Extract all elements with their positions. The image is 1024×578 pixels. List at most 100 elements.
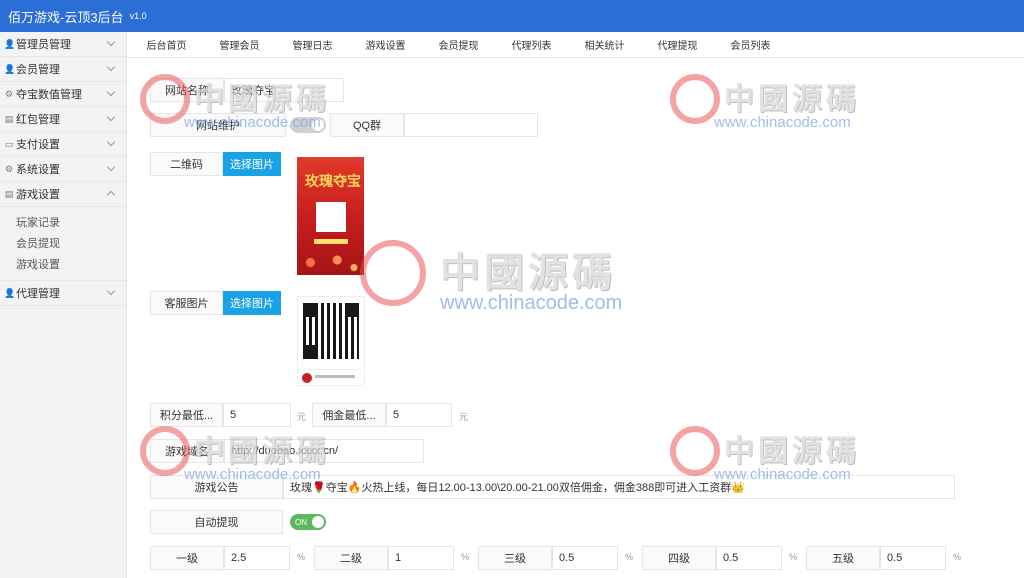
service-image-upload-button[interactable]: 选择图片 (223, 291, 281, 315)
sidebar-item-label: 会员管理 (16, 64, 60, 76)
tab-bar: 后台首页 管理会员 管理日志 游戏设置 会员提现 代理列表 相关统计 代理提现 … (128, 32, 1024, 58)
list-icon: ▤ (4, 113, 14, 124)
level-1-unit: % (297, 552, 306, 562)
points-min-label: 积分最低... (150, 403, 223, 427)
toggle-text: ON (295, 517, 307, 527)
qq-group-input[interactable] (404, 113, 538, 137)
admin-app: 佰万游戏-云顶3后台 v1.0 👤 管理员管理 👤 会员管理 ⚙ 夺宝数值管理 … (0, 0, 1024, 578)
poster-title: 玫瑰夺宝 (305, 173, 361, 189)
level-3-unit: % (625, 552, 634, 562)
game-domain-label: 游戏域名 (150, 439, 224, 463)
commission-min-unit: 元 (459, 412, 469, 422)
level-1-label: 一级 (150, 546, 224, 570)
tab-logs[interactable]: 管理日志 (276, 37, 349, 52)
sidebar-item-label: 红包管理 (16, 114, 60, 126)
user-icon: 👤 (4, 287, 16, 298)
site-maintain-label: 网站维护 (150, 113, 286, 137)
site-name-label: 网站名称 (150, 78, 224, 102)
sidebar-item-payment[interactable]: ▭ 支付设置 (0, 132, 126, 157)
sidebar-sub-member-withdraw[interactable]: 会员提现 (0, 232, 126, 253)
sidebar-sub-game-settings[interactable]: 游戏设置 (0, 253, 126, 274)
sidebar-item-label: 代理管理 (16, 288, 60, 300)
level-1-input[interactable]: 2.5 (224, 546, 290, 570)
service-image-label: 客服图片 (150, 291, 223, 315)
chevron-down-icon (106, 137, 116, 147)
chevron-down-icon (106, 162, 116, 172)
app-version: v1.0 (129, 11, 147, 21)
level-4-input[interactable]: 0.5 (716, 546, 782, 570)
auto-withdraw-label: 自动提现 (150, 510, 283, 534)
game-domain-input[interactable]: http://duobao.xxxx.cn/ (224, 439, 424, 463)
chevron-down-icon (106, 37, 116, 47)
level-2-unit: % (461, 552, 470, 562)
sidebar: 👤 管理员管理 👤 会员管理 ⚙ 夺宝数值管理 ▤ 红包管理 ▭ 支付设置 ⚙ … (0, 32, 127, 578)
level-3-input[interactable]: 0.5 (552, 546, 618, 570)
service-qr-image (297, 296, 365, 386)
tab-statistics[interactable]: 相关统计 (568, 37, 641, 52)
watermark-text: 中國源碼 (724, 435, 860, 468)
top-bar: 佰万游戏-云顶3后台 v1.0 (0, 0, 1024, 32)
announcement-input[interactable]: 玫瑰🌹夺宝🔥火热上线，每日12.00-13.00\20.00-21.00双倍佣金… (283, 475, 955, 499)
tab-home[interactable]: 后台首页 (130, 37, 203, 52)
qrcode-upload-button[interactable]: 选择图片 (223, 152, 281, 176)
sidebar-item-members[interactable]: 👤 会员管理 (0, 57, 126, 82)
user-icon: 👤 (4, 38, 16, 49)
watermark-text: 中國源碼 (724, 83, 860, 116)
chevron-up-icon (106, 190, 116, 200)
sidebar-item-label: 夺宝数值管理 (16, 89, 82, 101)
tab-agent-list[interactable]: 代理列表 (495, 37, 568, 52)
chevron-down-icon (106, 62, 116, 72)
qq-group-label: QQ群 (330, 113, 404, 137)
settings-icon: ⚙ (4, 88, 14, 99)
qrcode-label: 二维码 (150, 152, 223, 176)
points-min-unit: 元 (297, 412, 307, 422)
site-name-input[interactable]: 玫瑰夺宝 (224, 78, 344, 102)
site-maintain-toggle[interactable] (290, 117, 326, 133)
watermark: 中國源碼 www.chinacode.com (670, 74, 900, 134)
level-2-label: 二级 (314, 546, 388, 570)
level-5-input[interactable]: 0.5 (880, 546, 946, 570)
card-icon: ▭ (4, 138, 14, 149)
user-icon: 👤 (4, 63, 16, 74)
qrcode-preview-image: 玫瑰夺宝 (297, 157, 364, 275)
tab-member-list[interactable]: 会员列表 (714, 37, 787, 52)
sidebar-item-admin[interactable]: 👤 管理员管理 (0, 32, 126, 57)
level-5-unit: % (953, 552, 962, 562)
level-2-input[interactable]: 1 (388, 546, 454, 570)
auto-withdraw-toggle[interactable]: ON (290, 514, 326, 530)
chevron-down-icon (106, 87, 116, 97)
announcement-label: 游戏公告 (150, 475, 283, 499)
sidebar-sub-player-records[interactable]: 玩家记录 (0, 211, 126, 232)
level-4-label: 四级 (642, 546, 716, 570)
points-min-input[interactable]: 5 (223, 403, 291, 427)
watermark-url: www.chinacode.com (714, 114, 851, 131)
tab-agent-withdraw[interactable]: 代理提现 (641, 37, 714, 52)
sidebar-item-label: 支付设置 (16, 139, 60, 151)
level-5-label: 五级 (806, 546, 880, 570)
sidebar-item-system[interactable]: ⚙ 系统设置 (0, 157, 126, 182)
watermark-url: www.chinacode.com (440, 292, 623, 314)
sidebar-subgroup: 玩家记录 会员提现 游戏设置 (0, 207, 126, 281)
level-4-unit: % (789, 552, 798, 562)
chevron-down-icon (106, 112, 116, 122)
watermark-logo-icon (670, 426, 720, 476)
sidebar-item-label: 管理员管理 (16, 39, 71, 51)
tab-manage-members[interactable]: 管理会员 (203, 37, 276, 52)
tab-game-settings[interactable]: 游戏设置 (349, 37, 422, 52)
commission-min-input[interactable]: 5 (386, 403, 452, 427)
sidebar-item-agents[interactable]: 👤 代理管理 (0, 281, 126, 306)
watermark: 中國源碼 www.chinacode.com (360, 240, 670, 320)
tab-member-withdraw[interactable]: 会员提现 (422, 37, 495, 52)
sidebar-item-treasure-values[interactable]: ⚙ 夺宝数值管理 (0, 82, 126, 107)
chevron-down-icon (106, 286, 116, 296)
watermark-text: 中國源碼 (440, 251, 616, 295)
level-3-label: 三级 (478, 546, 552, 570)
commission-min-label: 佣金最低... (312, 403, 386, 427)
app-title: 佰万游戏-云顶3后台 (8, 9, 124, 25)
sidebar-item-game-settings[interactable]: ▤ 游戏设置 (0, 182, 126, 207)
list-icon: ▤ (4, 188, 14, 199)
gear-icon: ⚙ (4, 163, 14, 174)
qr-code-icon (303, 303, 359, 359)
sidebar-item-redpacket[interactable]: ▤ 红包管理 (0, 107, 126, 132)
sidebar-item-label: 系统设置 (16, 164, 60, 176)
